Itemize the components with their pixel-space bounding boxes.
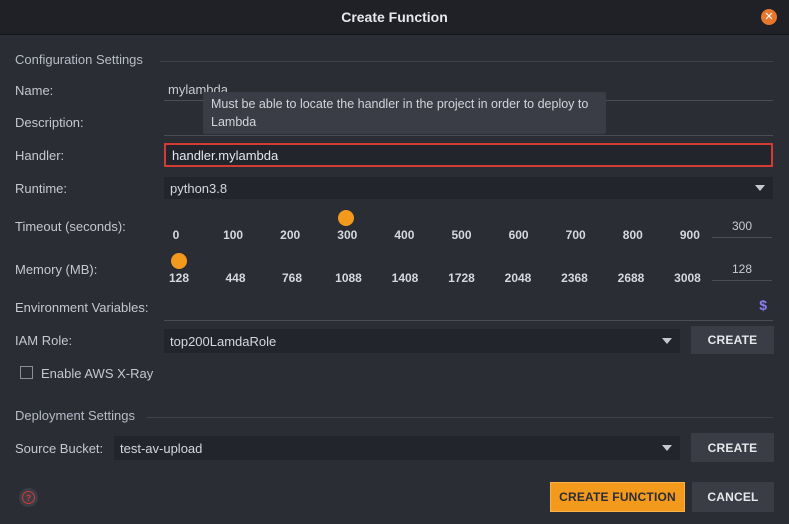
memory-tick: 1088 [335, 271, 362, 285]
timeout-label: Timeout (seconds): [15, 219, 126, 234]
timeout-tick: 700 [565, 228, 586, 242]
timeout-tick: 200 [280, 228, 301, 242]
dialog-titlebar: Create Function ✕ [0, 0, 789, 35]
section-divider [146, 417, 773, 418]
handler-label: Handler: [15, 148, 65, 163]
memory-tick: 1728 [448, 271, 475, 285]
source-bucket-value: test-av-upload [120, 440, 203, 456]
handler-tooltip: Must be able to locate the handler in th… [203, 92, 606, 134]
timeout-input[interactable]: 300 [712, 215, 772, 238]
cancel-button[interactable]: CANCEL [692, 482, 774, 512]
bucket-create-button[interactable]: CREATE [691, 433, 774, 462]
description-label: Description: [15, 115, 84, 130]
env-vars-input[interactable] [164, 297, 773, 321]
runtime-select[interactable]: python3.8 [164, 177, 773, 199]
runtime-value: python3.8 [170, 180, 228, 196]
memory-tick: 2368 [561, 271, 588, 285]
close-icon[interactable]: ✕ [761, 9, 777, 25]
iam-role-select[interactable]: top200LamdaRole [164, 329, 680, 353]
handler-value: handler.mylambda [172, 147, 279, 163]
timeout-tick: 500 [451, 228, 472, 242]
handler-input[interactable]: handler.mylambda [164, 143, 773, 167]
timeout-tick: 800 [622, 228, 643, 242]
timeout-tick: 0 [172, 228, 180, 242]
dialog-title: Create Function [341, 9, 448, 25]
iam-create-button[interactable]: CREATE [691, 326, 774, 354]
timeout-tick: 400 [394, 228, 415, 242]
memory-tick: 1408 [391, 271, 419, 285]
memory-slider-handle[interactable] [171, 253, 187, 269]
source-bucket-select[interactable]: test-av-upload [114, 436, 680, 460]
section-divider [160, 61, 773, 62]
iam-role-label: IAM Role: [15, 333, 73, 348]
xray-checkbox[interactable] [20, 366, 33, 379]
dollar-icon[interactable]: $ [759, 297, 767, 313]
timeout-slider-handle[interactable] [338, 210, 354, 226]
timeout-tick: 900 [679, 228, 700, 242]
timeout-tick: 300 [337, 228, 358, 242]
chevron-down-icon [755, 185, 765, 191]
memory-label: Memory (MB): [15, 262, 98, 277]
memory-tick: 128 [168, 271, 190, 285]
dialog-body: Configuration Settings Name: mylambda De… [0, 35, 789, 524]
timeout-tick: 100 [223, 228, 244, 242]
create-function-button[interactable]: CREATE FUNCTION [550, 482, 685, 512]
env-vars-label: Environment Variables: [15, 300, 149, 315]
memory-tick: 768 [281, 271, 303, 285]
chevron-down-icon [662, 445, 672, 451]
memory-tick: 2048 [504, 271, 532, 285]
iam-role-value: top200LamdaRole [170, 333, 277, 349]
memory-tick: 448 [225, 271, 246, 285]
deploy-section-title: Deployment Settings [15, 408, 135, 423]
runtime-label: Runtime: [15, 181, 68, 196]
source-bucket-label: Source Bucket: [15, 441, 104, 456]
xray-label: Enable AWS X-Ray [41, 366, 154, 381]
name-label: Name: [15, 83, 54, 98]
memory-tick: 2688 [617, 271, 645, 285]
help-icon[interactable]: ? [19, 488, 38, 507]
timeout-tick: 600 [508, 228, 529, 242]
memory-tick: 3008 [674, 271, 701, 285]
chevron-down-icon [662, 338, 672, 344]
config-section-title: Configuration Settings [15, 52, 143, 67]
memory-input[interactable]: 128 [712, 258, 772, 281]
